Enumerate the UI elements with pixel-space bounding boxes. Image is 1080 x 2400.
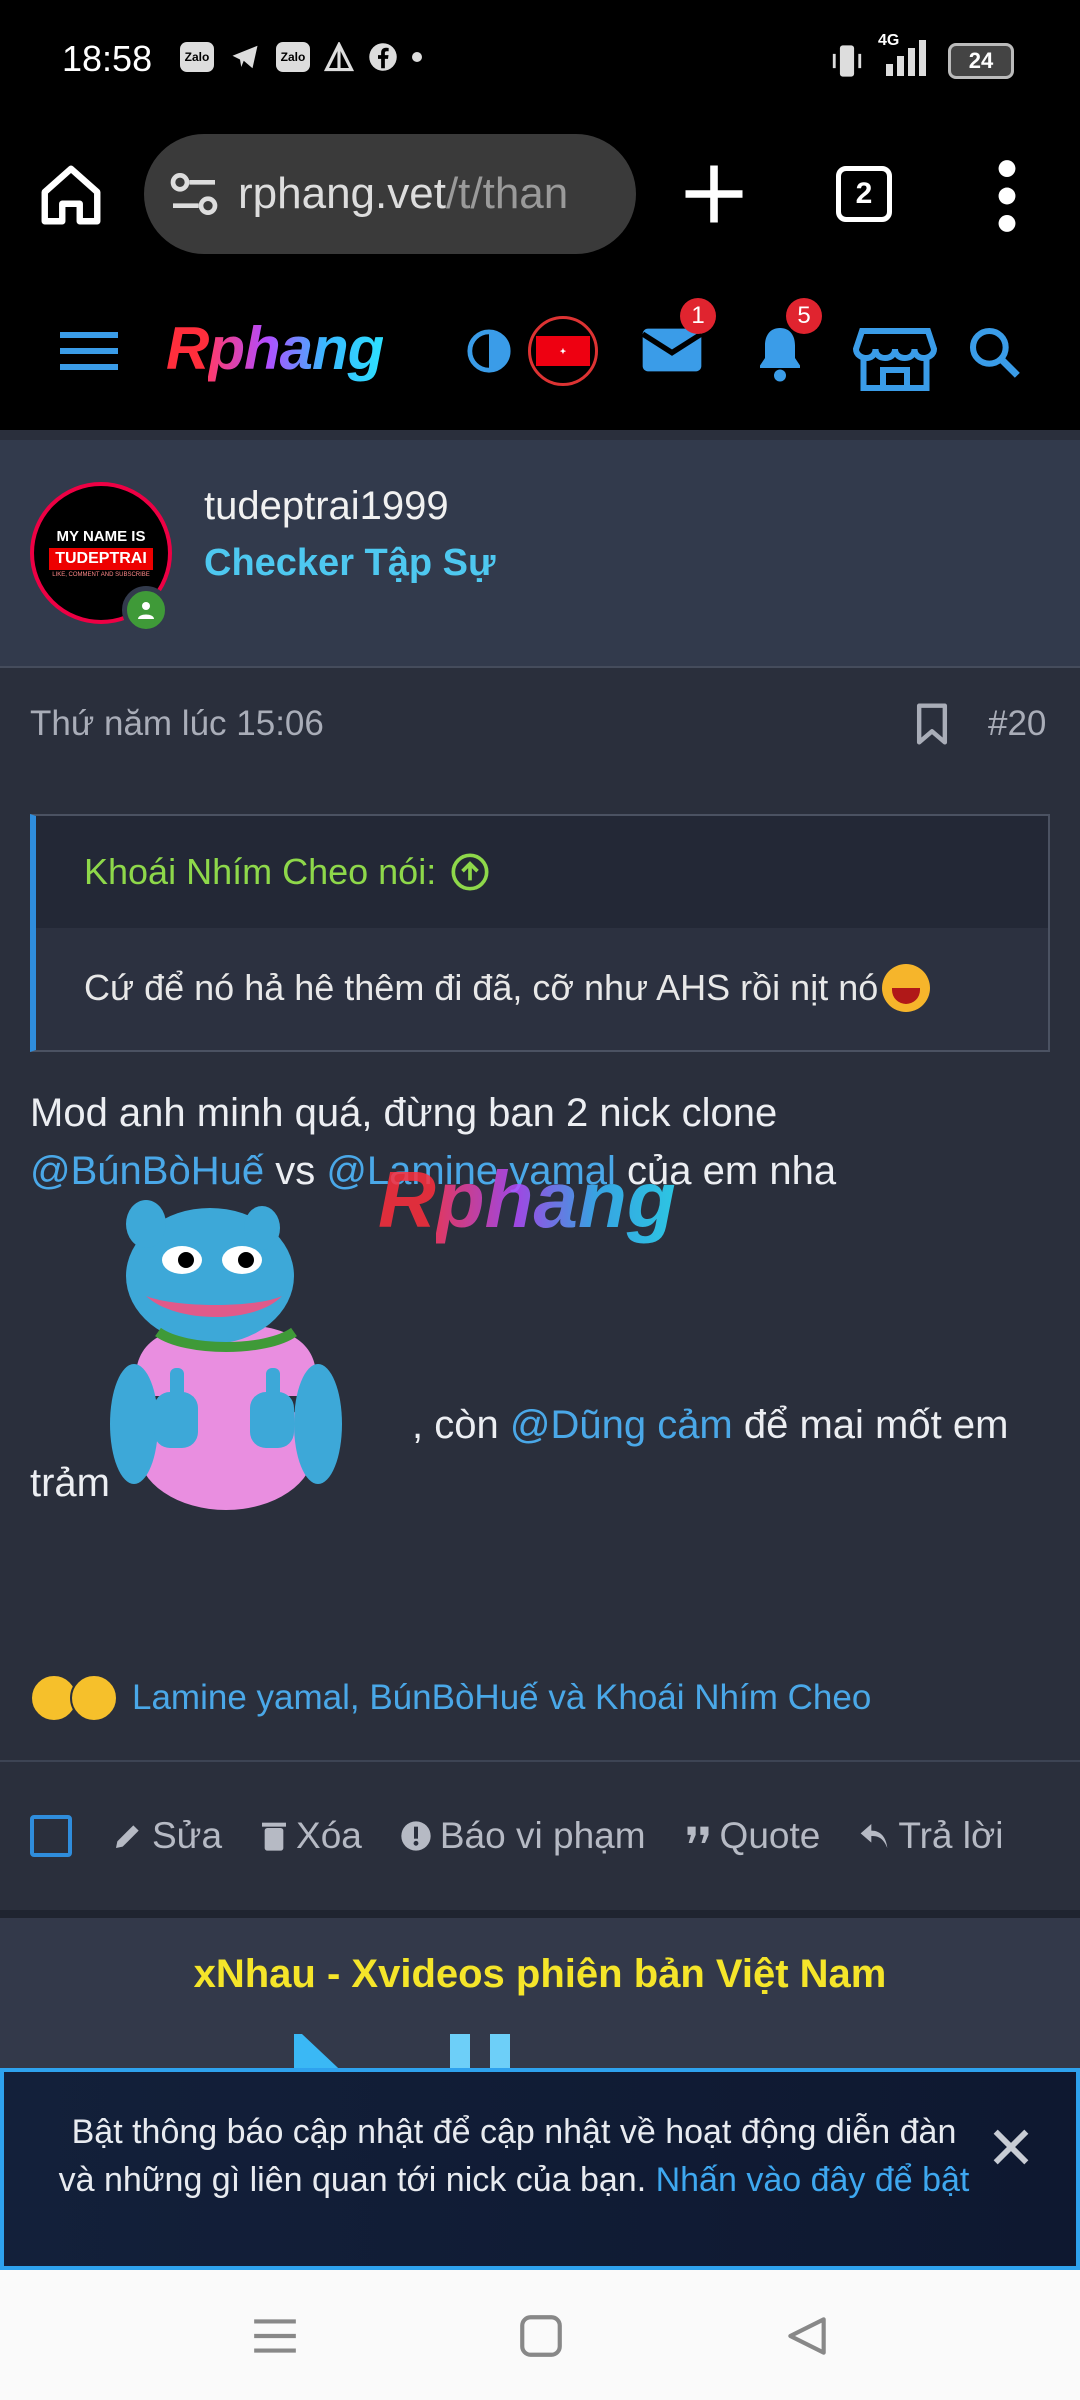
logo-r: R	[166, 315, 209, 382]
more-options-icon[interactable]	[982, 158, 1032, 234]
search-icon[interactable]	[966, 324, 1022, 380]
reaction-users[interactable]: Lamine yamal, BúnBòHuế và Khoái Nhím Che…	[132, 1678, 871, 1718]
system-indicators: 4G 24	[830, 32, 1014, 83]
trash-icon	[262, 1822, 287, 1851]
report-button[interactable]: Báo vi phạm	[400, 1815, 646, 1857]
home-nav-icon[interactable]	[516, 2314, 566, 2358]
post-text-1: Mod anh minh quá, đừng ban 2 nick clone	[30, 1091, 778, 1135]
pencil-icon	[116, 1825, 139, 1848]
avatar-image: ✦	[536, 336, 590, 366]
laughing-emoji-icon	[882, 964, 931, 1012]
menu-icon[interactable]	[60, 328, 118, 374]
signal-icon: 4G	[878, 32, 930, 83]
telegram-icon	[232, 45, 258, 69]
logo-text: phang	[208, 315, 384, 382]
post-body-line4: trảm	[30, 1454, 1060, 1512]
quote-author: Khoái Nhím Cheo nói:	[84, 851, 437, 892]
site-header: Rphang ✦ 1 5	[0, 270, 1080, 430]
rofl-emoji-icon	[70, 1674, 118, 1722]
quote-body: Cứ để nó hả hê thêm đi đã, cỡ như AHS rồ…	[36, 928, 1048, 1012]
delete-button[interactable]: Xóa	[260, 1815, 362, 1857]
edit-label: Sửa	[152, 1815, 223, 1856]
post-text-5: trảm	[30, 1461, 110, 1505]
arrow-up-circle-icon[interactable]	[450, 852, 490, 892]
promo-title[interactable]: xNhau - Xvideos phiên bản Việt Nam	[0, 1952, 1080, 1997]
post-text-4: để mai mốt em	[732, 1403, 1009, 1447]
app-icon	[324, 42, 354, 72]
quote-icon	[687, 1826, 709, 1843]
post-number[interactable]: #20	[988, 704, 1046, 744]
username[interactable]: tudeptrai1999	[204, 484, 449, 529]
more-notifications-icon	[412, 52, 422, 62]
post-text-3: , còn	[412, 1403, 510, 1447]
post-body-line3: , còn @Dũng cảm để mai mốt em	[412, 1396, 1062, 1454]
quote-block: Khoái Nhím Cheo nói: Cứ để nó hả hê thêm…	[30, 814, 1050, 1052]
url-text: rphang.vet/t/than	[238, 169, 608, 219]
alerts-badge: 5	[786, 298, 822, 334]
address-bar[interactable]: rphang.vet/t/than	[144, 134, 636, 254]
post-text-vs: vs	[264, 1149, 327, 1193]
notification-icons: Zalo Zalo	[180, 42, 422, 72]
quote-button[interactable]: Quote	[684, 1815, 821, 1857]
enable-notifications-link[interactable]: Nhấn vào đây để bật	[656, 2161, 970, 2199]
battery-indicator: 24	[948, 42, 1014, 79]
bookmark-icon[interactable]	[914, 702, 950, 746]
post-author: MY NAME IS TUDEPTRAI LIKE, COMMENT AND S…	[0, 440, 1080, 668]
avatar-text-3: LIKE, COMMENT AND SUBSCRIBE	[52, 572, 150, 578]
report-label: Báo vi phạm	[439, 1815, 646, 1856]
store-icon[interactable]	[852, 322, 938, 394]
edit-button[interactable]: Sửa	[112, 1815, 222, 1857]
quote-label: Quote	[719, 1815, 821, 1856]
back-icon[interactable]	[782, 2314, 832, 2358]
close-icon[interactable]	[988, 2124, 1034, 2170]
recents-icon[interactable]	[250, 2314, 300, 2358]
reply-label: Trả lời	[898, 1815, 1004, 1856]
zalo-icon: Zalo	[180, 42, 214, 72]
site-settings-icon[interactable]	[166, 166, 222, 222]
delete-label: Xóa	[296, 1815, 362, 1856]
watermark-r: R	[378, 1155, 436, 1244]
reply-button[interactable]: Trả lời	[858, 1815, 1003, 1857]
post-body-line1: Mod anh minh quá, đừng ban 2 nick clone	[30, 1084, 1060, 1142]
reactions-bar[interactable]: Lamine yamal, BúnBòHuế và Khoái Nhím Che…	[30, 1674, 871, 1722]
notice-text: Bật thông báo cập nhật để cập nhật về ho…	[54, 2108, 974, 2204]
url-path: /t/than	[445, 169, 569, 218]
alerts-button[interactable]: 5	[750, 298, 822, 389]
mention-link[interactable]: @Dũng cảm	[510, 1403, 733, 1447]
watermark-text: phang	[435, 1155, 676, 1244]
alert-icon	[401, 1821, 431, 1851]
tab-switcher-button[interactable]: 2	[836, 166, 892, 222]
mail-badge: 1	[680, 298, 716, 334]
browser-toolbar: rphang.vet/t/than 2	[0, 120, 1080, 270]
url-host: rphang.vet	[238, 169, 446, 218]
user-avatar[interactable]: ✦	[528, 316, 598, 386]
zalo-icon: Zalo	[276, 42, 310, 72]
online-status-icon	[122, 586, 170, 634]
inbox-button[interactable]: 1	[640, 298, 716, 383]
site-logo[interactable]: Rphang	[166, 314, 384, 383]
reply-icon	[861, 1824, 888, 1848]
network-type: 4G	[878, 32, 900, 49]
quote-header[interactable]: Khoái Nhím Cheo nói:	[36, 816, 1048, 928]
select-post-checkbox[interactable]	[30, 1815, 72, 1857]
theme-toggle-icon[interactable]	[466, 328, 512, 374]
post-timestamp[interactable]: Thứ năm lúc 15:06	[30, 704, 324, 744]
mention-link[interactable]: @BúnBòHuế	[30, 1149, 264, 1193]
post-actions: Sửa Xóa Báo vi phạm Quote Trả lời	[0, 1760, 1080, 1910]
new-tab-icon[interactable]	[676, 156, 752, 232]
push-notice: Bật thông báo cập nhật để cập nhật về ho…	[0, 2068, 1080, 2270]
site-watermark: Rphang	[378, 1154, 676, 1246]
system-nav-bar	[0, 2270, 1080, 2400]
status-bar: 18:58 Zalo Zalo 4G 24	[0, 0, 1080, 120]
status-time: 18:58	[62, 38, 153, 79]
home-icon[interactable]	[36, 160, 106, 230]
facebook-icon	[369, 43, 397, 71]
vibrate-icon	[832, 44, 862, 77]
quote-text: Cứ để nó hả hê thêm đi đã, cỡ như AHS rồ…	[84, 967, 879, 1008]
avatar-text-2: TUDEPTRAI	[49, 548, 153, 570]
avatar-text-1: MY NAME IS	[56, 528, 146, 545]
user-title: Checker Tập Sự	[204, 542, 496, 584]
